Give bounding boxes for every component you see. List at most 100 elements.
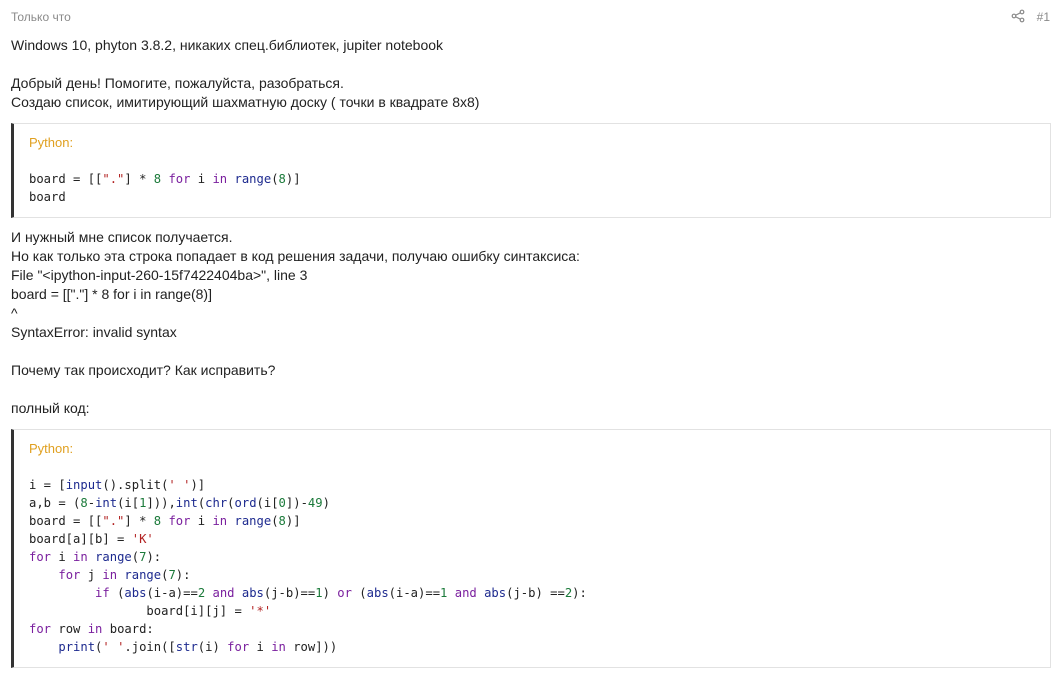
code-token: ().split(	[102, 478, 169, 492]
code-token: (	[131, 550, 140, 564]
code-body: i = [input().split(' ')] a,b = (8-int(i[1…	[29, 476, 1035, 656]
code-token: range	[95, 550, 132, 564]
code-token: 8	[278, 514, 286, 528]
code-line: for i in range(7):	[29, 548, 1035, 566]
code-token: i	[190, 514, 213, 528]
code-token: row]))	[285, 640, 338, 654]
code-line: if (abs(i-a)==2 and abs(j-b)==1) or (abs…	[29, 584, 1035, 602]
code-token: (	[227, 496, 235, 510]
error-line: board = [["."] * 8 for i in range(8)]	[11, 286, 212, 302]
code-line: a,b = (8-int(i[1])),int(chr(ord(i[0])-49…	[29, 494, 1035, 512]
code-token: -	[87, 496, 96, 510]
code-token: 49	[307, 496, 323, 510]
code-token: 0	[278, 496, 286, 510]
error-line: И нужный мне список получается.	[11, 229, 233, 245]
code-token: (i-a)==	[146, 586, 198, 600]
code-line: for row in board:	[29, 620, 1035, 638]
code-token: for	[58, 568, 81, 582]
question-text: Почему так происходит? Как исправить?	[11, 362, 276, 378]
code-token: ' '	[102, 640, 125, 654]
code-token: ] *	[124, 514, 154, 528]
code-token: )]	[285, 514, 301, 528]
code-token: in	[212, 172, 228, 186]
code-token: (i)	[197, 640, 228, 654]
code-line: board = [["."] * 8 for i in range(8)]	[29, 512, 1035, 530]
code-token: )]	[285, 172, 301, 186]
code-token: j	[80, 568, 103, 582]
code-token: '*'	[249, 604, 272, 618]
code-token: )	[322, 496, 330, 510]
code-token: ):	[146, 550, 162, 564]
code-language-label: Python:	[29, 135, 74, 150]
code-token: input	[65, 478, 103, 492]
code-token: range	[124, 568, 162, 582]
code-token: board = [[	[29, 514, 103, 528]
code-line: i = [input().split(' ')]	[29, 476, 1035, 494]
code-token: (j-b) ==	[506, 586, 565, 600]
code-token: int	[95, 496, 118, 510]
code-token: 8	[153, 172, 162, 186]
code-token: ):	[175, 568, 191, 582]
code-token: )]	[190, 478, 206, 492]
code-token: ord	[234, 496, 257, 510]
code-line: board = [["."] * 8 for i in range(8)]	[29, 170, 1035, 188]
code-token: board[i][j] =	[146, 604, 250, 618]
code-token: 8	[80, 496, 88, 510]
code-token: in	[73, 550, 88, 564]
code-token: ])-	[285, 496, 308, 510]
code-line: print(' '.join([str(i) for i in row]))	[29, 638, 1035, 656]
code-token: (	[271, 172, 279, 186]
code-token: chr	[205, 496, 228, 510]
post-timestamp: Только что	[11, 10, 71, 24]
post-number-link[interactable]: #1	[1037, 10, 1050, 24]
code-language-label: Python:	[29, 441, 74, 456]
code-token: 8	[278, 172, 286, 186]
code-token: a,b = (	[29, 496, 81, 510]
code-token: in	[271, 640, 286, 654]
code-token: "."	[102, 172, 125, 186]
code-body: board = [["."] * 8 for i in range(8)] boa…	[29, 170, 1035, 206]
code-token: ])),	[146, 496, 176, 510]
code-token: (i[	[256, 496, 279, 510]
code-token: in	[102, 568, 118, 582]
code-line: board	[29, 188, 1035, 206]
code-token: abs	[366, 586, 389, 600]
code-token: row	[51, 622, 88, 636]
code-token: str	[175, 640, 198, 654]
code-token: for	[168, 514, 191, 528]
code-token: i = [	[29, 478, 66, 492]
code-token: print	[58, 640, 96, 654]
code-token: (i[	[117, 496, 140, 510]
code-token: ' '	[168, 478, 191, 492]
code-token: (i-a)==	[388, 586, 441, 600]
code-line: board[i][j] = '*'	[29, 602, 1035, 620]
code-token: board:	[102, 622, 154, 636]
code-token: "."	[102, 514, 125, 528]
code-token: 8	[153, 514, 162, 528]
code-token: (	[271, 514, 279, 528]
code-token: abs	[484, 586, 507, 600]
code-token: board	[29, 190, 66, 204]
code-token: ] *	[124, 172, 154, 186]
code-token: and	[212, 586, 235, 600]
code-token: ):	[572, 586, 587, 600]
code-block-1: Python: board = [["."] * 8 for i in rang…	[11, 123, 1051, 218]
code-token: or	[337, 586, 352, 600]
code-token: abs	[124, 586, 147, 600]
share-icon[interactable]	[1011, 9, 1025, 23]
error-line: SyntaxError: invalid syntax	[11, 324, 177, 340]
code-line: for j in range(7):	[29, 566, 1035, 584]
code-block-2: Python: i = [input().split(' ')] a,b = (8…	[11, 429, 1051, 668]
code-token: board = [[	[29, 172, 103, 186]
error-line: ^	[11, 305, 18, 321]
greeting-text: Добрый день! Помогите, пожалуйста, разоб…	[11, 75, 344, 91]
